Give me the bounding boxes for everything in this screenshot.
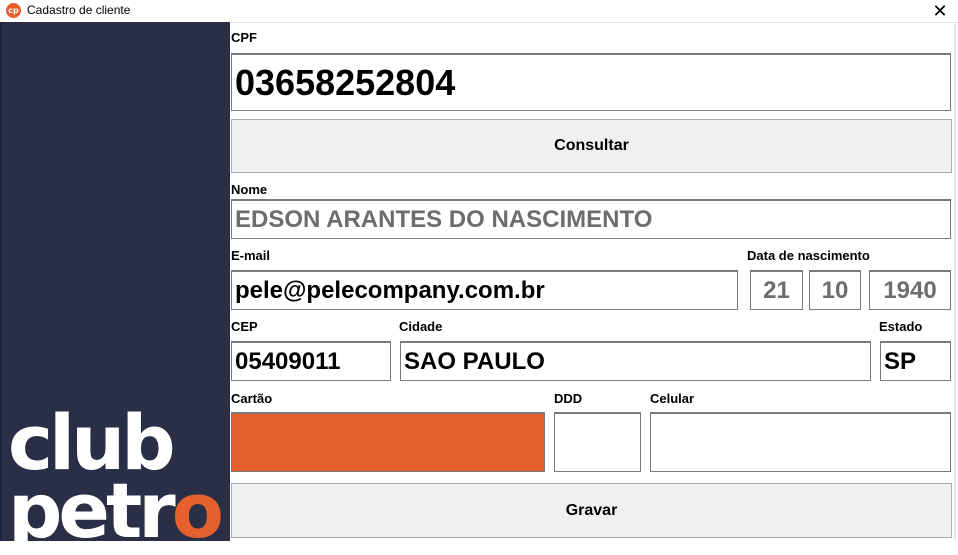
cidade-label: Cidade	[399, 319, 443, 334]
nome-input[interactable]: EDSON ARANTES DO NASCIMENTO	[231, 199, 951, 239]
cpf-label: CPF	[231, 30, 257, 45]
ddd-label: DDD	[554, 391, 583, 406]
window-title: Cadastro de cliente	[27, 3, 131, 17]
nascimento-ano-input[interactable]: 1940	[869, 270, 951, 310]
celular-input[interactable]	[650, 412, 951, 472]
sidebar: club petro	[0, 22, 230, 549]
cidade-input[interactable]: SAO PAULO	[400, 341, 871, 381]
title-bar: cp Cadastro de cliente ✕	[0, 0, 958, 23]
nascimento-mes-input[interactable]: 10	[809, 270, 861, 310]
email-input[interactable]: pele@pelecompany.com.br	[231, 270, 738, 310]
nascimento-dia-input[interactable]: 21	[750, 270, 803, 310]
window-border	[954, 22, 956, 541]
email-label: E-mail	[231, 248, 271, 263]
gravar-button[interactable]: Gravar	[231, 483, 952, 538]
close-button[interactable]: ✕	[922, 0, 958, 22]
estado-input[interactable]: SP	[880, 341, 951, 381]
app-logo-icon: cp	[6, 3, 21, 18]
club-petro-logo: club petro	[8, 405, 224, 555]
cep-input[interactable]: 05409011	[231, 341, 391, 381]
cpf-input[interactable]: 03658252804	[231, 53, 951, 111]
cartao-input[interactable]	[231, 412, 545, 472]
estado-label: Estado	[879, 319, 923, 334]
nome-label: Nome	[231, 182, 268, 197]
ddd-input[interactable]	[554, 412, 641, 472]
cartao-label: Cartão	[231, 391, 273, 406]
cep-label: CEP	[231, 319, 258, 334]
nascimento-label: Data de nascimento	[747, 248, 870, 263]
consultar-button[interactable]: Consultar	[231, 119, 952, 173]
logo-line-petro: petro	[8, 466, 224, 555]
celular-label: Celular	[650, 391, 695, 406]
